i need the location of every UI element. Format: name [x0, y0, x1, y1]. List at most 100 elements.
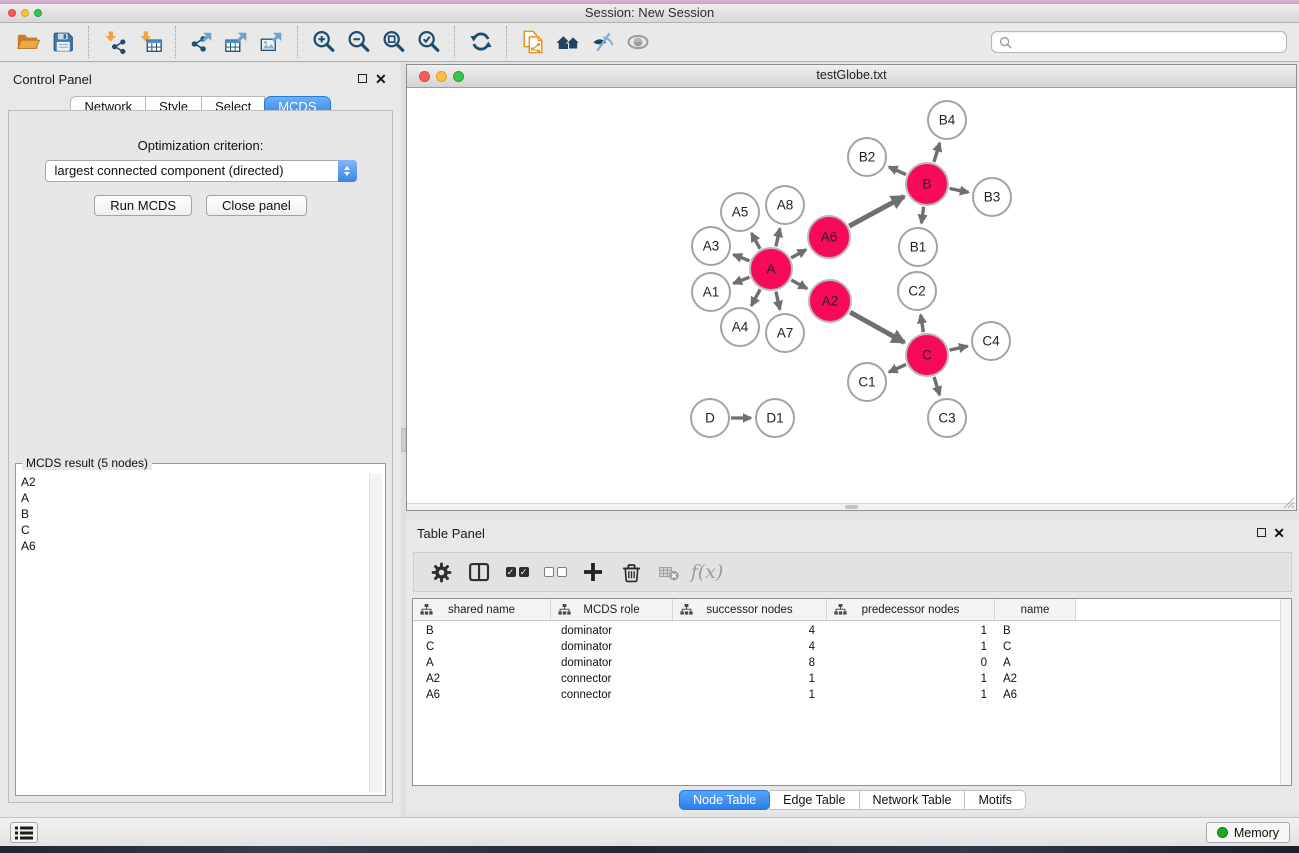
mcds-result-item[interactable]: A — [19, 490, 368, 506]
home-button[interactable] — [550, 26, 585, 58]
graph-edge-A6-B — [849, 196, 904, 226]
table-cell[interactable]: A2 — [413, 671, 551, 687]
zoom-selected-button[interactable] — [411, 26, 446, 58]
minimize-view-button[interactable] — [436, 71, 447, 82]
tab-node-table[interactable]: Node Table — [679, 790, 770, 810]
refresh-button[interactable] — [463, 26, 498, 58]
zoom-in-icon — [311, 29, 337, 55]
select-all-button[interactable]: ✓✓ — [498, 554, 536, 590]
table-cell[interactable]: 1 — [827, 671, 995, 687]
zoom-fit-button[interactable] — [376, 26, 411, 58]
table-cell[interactable]: A — [995, 655, 1076, 671]
export-table-button[interactable] — [219, 26, 254, 58]
search-input[interactable] — [1017, 35, 1279, 49]
table-row[interactable]: Adominator80A — [413, 655, 1291, 671]
table-cell[interactable]: B — [995, 623, 1076, 639]
new-session-from-network-button[interactable] — [515, 26, 550, 58]
network-title: testGlobe.txt — [407, 65, 1296, 86]
table-cell[interactable]: 4 — [673, 639, 827, 655]
export-image-button[interactable] — [254, 26, 289, 58]
tab-motifs[interactable]: Motifs — [965, 790, 1025, 810]
task-history-button[interactable] — [10, 822, 38, 843]
table-cell[interactable]: dominator — [551, 655, 673, 671]
tab-edge-table[interactable]: Edge Table — [770, 790, 859, 810]
desktop-background-bottom — [0, 846, 1299, 853]
close-panel-button[interactable]: Close panel — [206, 195, 307, 216]
table-row[interactable]: A6connector11A6 — [413, 687, 1291, 703]
main-toolbar — [0, 23, 1299, 62]
import-table-button[interactable] — [132, 26, 167, 58]
close-window-button[interactable] — [8, 9, 16, 17]
table-cell[interactable]: 1 — [827, 687, 995, 703]
hide-graphics-details-button[interactable] — [585, 26, 620, 58]
table-cell[interactable]: 1 — [827, 639, 995, 655]
column-header-predecessor-nodes[interactable]: predecessor nodes — [827, 599, 995, 620]
table-cell[interactable]: 8 — [673, 655, 827, 671]
table-row[interactable]: A2connector11A2 — [413, 671, 1291, 687]
add-column-button[interactable] — [574, 554, 612, 590]
zoom-in-button[interactable] — [306, 26, 341, 58]
resize-grip-icon[interactable] — [1282, 496, 1295, 509]
columns-icon — [467, 560, 492, 585]
delete-column-button[interactable] — [612, 554, 650, 590]
network-window-titlebar: testGlobe.txt — [407, 65, 1296, 88]
float-panel-icon[interactable] — [358, 74, 367, 83]
table-row[interactable]: Cdominator41C — [413, 639, 1291, 655]
close-view-button[interactable] — [419, 71, 430, 82]
run-mcds-button[interactable]: Run MCDS — [94, 195, 192, 216]
table-row[interactable]: Bdominator41B — [413, 623, 1291, 639]
table-cell[interactable]: 0 — [827, 655, 995, 671]
mcds-result-item[interactable]: A2 — [19, 474, 368, 490]
column-header-shared-name[interactable]: shared name — [413, 599, 551, 620]
table-cell[interactable]: B — [413, 623, 551, 639]
zoom-window-button[interactable] — [34, 9, 42, 17]
import-network-button[interactable] — [97, 26, 132, 58]
function-builder-button: f(x) — [688, 554, 726, 590]
criterion-dropdown[interactable]: largest connected component (directed) — [45, 160, 357, 182]
memory-button[interactable]: Memory — [1206, 822, 1290, 843]
minimize-window-button[interactable] — [21, 9, 29, 17]
open-file-button[interactable] — [10, 26, 45, 58]
graph-node-label-C2: C2 — [908, 284, 925, 299]
show-column-button[interactable] — [460, 554, 498, 590]
table-cell[interactable]: 1 — [673, 687, 827, 703]
table-cell[interactable]: C — [413, 639, 551, 655]
table-cell[interactable]: 1 — [673, 671, 827, 687]
mcds-result-item[interactable]: C — [19, 522, 368, 538]
export-network-button[interactable] — [184, 26, 219, 58]
table-cell[interactable]: A — [413, 655, 551, 671]
float-panel-icon[interactable] — [1257, 528, 1266, 537]
table-cell[interactable]: C — [995, 639, 1076, 655]
table-settings-button[interactable] — [422, 554, 460, 590]
mcds-result-item[interactable]: B — [19, 506, 368, 522]
tab-network-table[interactable]: Network Table — [860, 790, 966, 810]
table-scrollbar[interactable] — [1280, 599, 1291, 785]
scrollbar-thumb[interactable] — [845, 505, 858, 509]
mcds-result-box: MCDS result (5 nodes) A2ABCA6 — [15, 456, 386, 796]
table-cell[interactable]: 4 — [673, 623, 827, 639]
network-canvas[interactable]: AA1A2A3A4A5A6A7A8BB1B2B3B4CC1C2C3C4DD1 — [407, 88, 1296, 510]
horizontal-scrollbar[interactable] — [407, 503, 1296, 510]
save-session-button[interactable] — [45, 26, 80, 58]
column-header-mcds-role[interactable]: MCDS role — [551, 599, 673, 620]
table-cell[interactable]: A6 — [995, 687, 1076, 703]
deselect-all-button[interactable] — [536, 554, 574, 590]
table-cell[interactable]: dominator — [551, 639, 673, 655]
optimization-criterion-label: Optimization criterion: — [9, 138, 392, 153]
close-panel-icon[interactable]: ✕ — [375, 73, 387, 85]
result-scrollbar[interactable] — [369, 474, 382, 792]
column-header-successor-nodes[interactable]: successor nodes — [673, 599, 827, 620]
table-cell[interactable]: connector — [551, 671, 673, 687]
zoom-view-button[interactable] — [453, 71, 464, 82]
column-header-name[interactable]: name — [995, 599, 1076, 620]
close-panel-icon[interactable]: ✕ — [1273, 527, 1285, 539]
table-cell[interactable]: A6 — [413, 687, 551, 703]
table-cell[interactable]: 1 — [827, 623, 995, 639]
zoom-out-button[interactable] — [341, 26, 376, 58]
graph-node-label-A5: A5 — [732, 205, 749, 220]
table-cell[interactable]: A2 — [995, 671, 1076, 687]
table-cell[interactable]: dominator — [551, 623, 673, 639]
mcds-result-item[interactable]: A6 — [19, 538, 368, 554]
table-cell[interactable]: connector — [551, 687, 673, 703]
toolbar-separator — [175, 26, 176, 58]
